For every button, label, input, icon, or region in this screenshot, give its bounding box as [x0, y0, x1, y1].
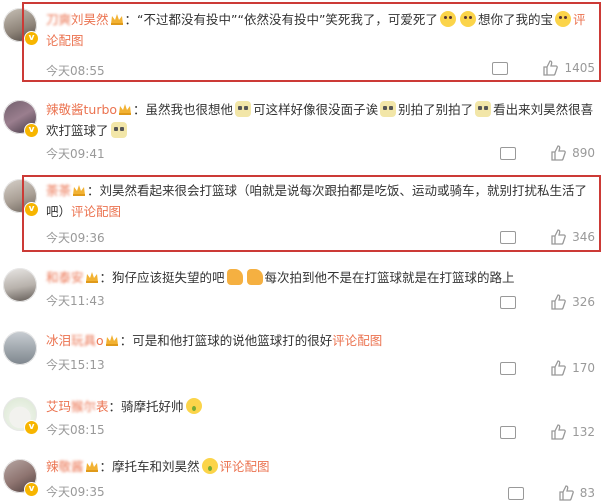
surprised-face-icon — [201, 458, 218, 474]
comment-item: 和泰安 ：狗仔应该挺失望的吧 每次拍到他不是在打篮球就是在打篮球的路上 今天11:4… — [0, 262, 613, 322]
comment-body: 冰泪玩具o ：可是和他打篮球的说他篮球打的很好评论配图 — [46, 330, 595, 351]
comment-item: 冰泪玩具o ：可是和他打篮球的说他篮球打的很好评论配图 今天15:13 170 — [0, 328, 613, 388]
skull-emoji-icon — [110, 122, 127, 138]
comment-username-blurred: 敬酱 — [58, 459, 84, 474]
avatar[interactable] — [3, 268, 37, 302]
comment-image-link[interactable]: 评论配图 — [220, 459, 270, 474]
reply-icon[interactable] — [500, 361, 517, 375]
like-count: 326 — [572, 295, 595, 309]
comment-username[interactable]: 和泰安 — [46, 270, 84, 285]
like-count: 83 — [579, 486, 595, 500]
crown-icon — [85, 269, 99, 283]
comment-body: 和泰安 ：狗仔应该挺失望的吧 每次拍到他不是在打篮球就是在打篮球的路上 — [46, 267, 595, 288]
reply-icon[interactable] — [500, 146, 517, 160]
thumbs-up-icon — [226, 269, 243, 285]
comment-username[interactable]: 艾玛 — [46, 399, 71, 414]
avatar[interactable] — [3, 331, 37, 365]
highlight-box — [22, 2, 601, 82]
like-icon[interactable] — [558, 485, 574, 501]
like-count: 890 — [572, 146, 595, 160]
comment-text: 可这样好像很没面子诶 — [253, 102, 379, 117]
like-icon[interactable] — [550, 360, 566, 376]
verified-badge-icon: v — [24, 482, 39, 497]
verified-badge-icon: v — [24, 420, 39, 435]
comment-time: 今天09:41 — [46, 147, 105, 161]
crown-icon — [118, 101, 132, 115]
comment-username[interactable]: 辣 — [46, 459, 59, 474]
like-icon[interactable] — [550, 294, 566, 310]
like-count: 132 — [572, 425, 595, 439]
comment-text: ：虽然我也很想他 — [133, 102, 234, 117]
comment-text: 别拍了别拍了 — [398, 102, 474, 117]
comment-body: 辣敬酱turbo ：虽然我也很想他 可这样好像很没面子诶 别拍了别拍了 看出来刘昊然很喜… — [46, 99, 595, 141]
reply-icon[interactable] — [507, 486, 524, 500]
like-icon[interactable] — [550, 145, 566, 161]
comment-text: 每次拍到他不是在打篮球就是在打篮球的路上 — [264, 270, 515, 285]
comment-time: 今天15:13 — [46, 358, 105, 372]
skull-emoji-icon — [235, 101, 252, 117]
comment-text: ：狗仔应该挺失望的吧 — [99, 270, 225, 285]
comment-item: v 辣敬酱turbo ：虽然我也很想他 可这样好像很没面子诶 别拍了别拍了 看出来刘昊然… — [0, 92, 613, 170]
comment-username[interactable]: 辣敬酱turbo — [46, 102, 117, 117]
skull-emoji-icon — [380, 101, 397, 117]
reply-icon[interactable] — [500, 295, 517, 309]
comment-actions: 132 — [500, 424, 595, 440]
like-icon[interactable] — [550, 424, 566, 440]
comment-username-blurred: 猴尔 — [71, 399, 97, 414]
reply-icon[interactable] — [500, 425, 517, 439]
comment-actions: 326 — [500, 294, 595, 310]
comment-actions: 83 — [507, 485, 595, 501]
crown-icon — [85, 458, 99, 472]
crown-icon — [105, 332, 119, 346]
skull-emoji-icon — [475, 101, 492, 117]
comment-time: 今天09:35 — [46, 485, 105, 499]
comment-body: 辣敬酱 ：摩托车和刘昊然 评论配图 — [46, 456, 595, 477]
comment-username[interactable]: 冰泪 — [46, 333, 71, 348]
comment-item: v 艾玛猴尔表：骑摩托好帅 今天08:15 132 — [0, 394, 613, 450]
comment-image-link[interactable]: 评论配图 — [332, 333, 382, 348]
comment-text: ：可是和他打篮球的说他篮球打的很好 — [119, 333, 333, 348]
comment-item: v 辣敬酱 ：摩托车和刘昊然 评论配图 今天09:35 83 — [0, 454, 613, 501]
thumbs-up-icon — [246, 269, 263, 285]
comment-username-suffix[interactable]: o — [96, 333, 104, 348]
like-count: 170 — [572, 361, 595, 375]
highlight-box — [22, 175, 601, 252]
comment-time: 今天08:15 — [46, 423, 105, 437]
comment-text: ：摩托车和刘昊然 — [99, 459, 200, 474]
surprised-face-icon — [185, 398, 202, 414]
comment-body: 艾玛猴尔表：骑摩托好帅 — [46, 396, 595, 417]
comment-actions: 170 — [500, 360, 595, 376]
comment-username-blurred: 玩具 — [71, 333, 97, 348]
verified-badge-icon: v — [24, 123, 39, 138]
comment-time: 今天11:43 — [46, 294, 105, 308]
comment-actions: 890 — [500, 145, 595, 161]
comment-username-suffix[interactable]: 表 — [96, 399, 109, 414]
comment-text: ：骑摩托好帅 — [108, 399, 184, 414]
